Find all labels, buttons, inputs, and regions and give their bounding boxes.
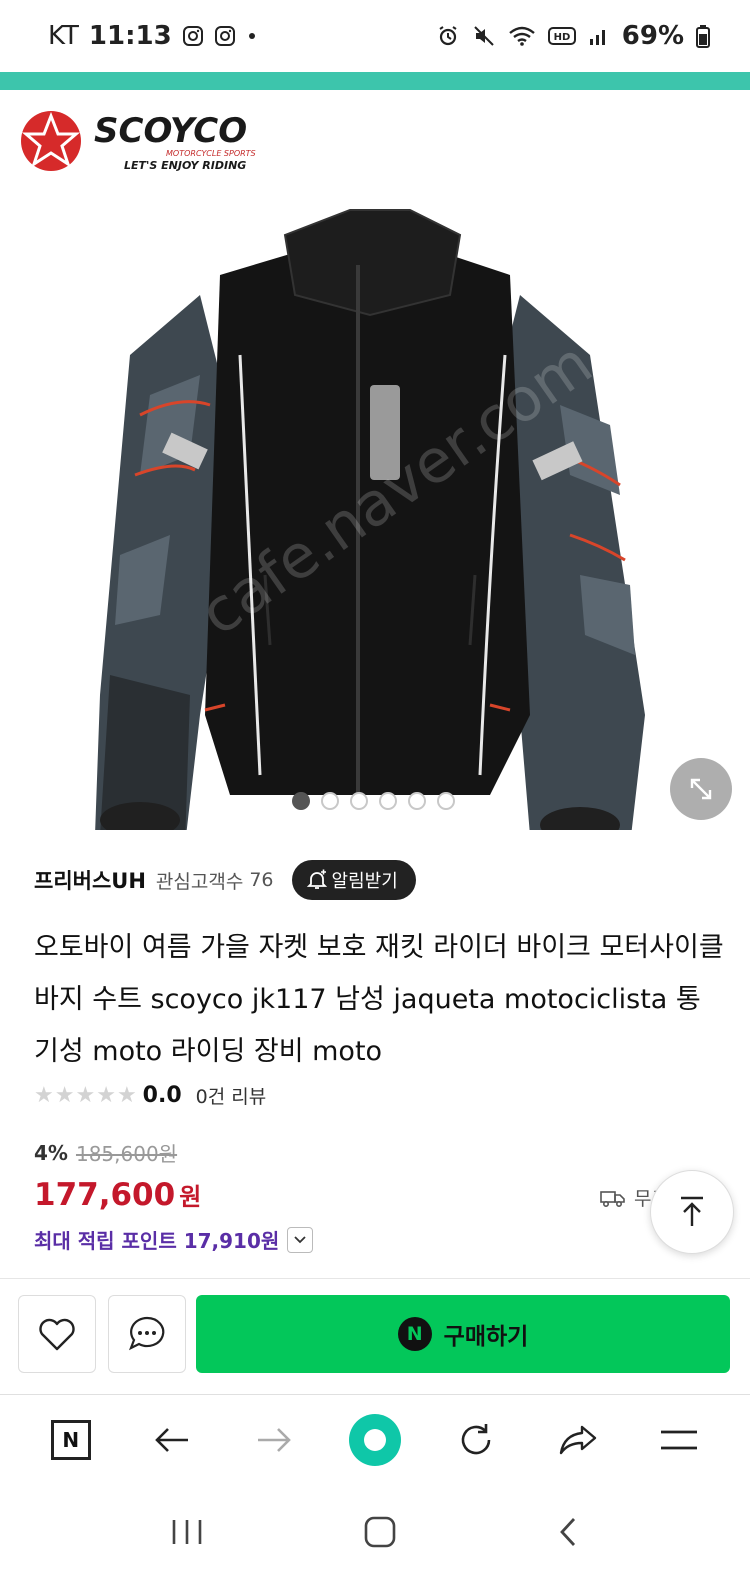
menu-button[interactable]: [649, 1410, 709, 1470]
gallery-dot[interactable]: [321, 792, 339, 810]
talk-button[interactable]: [108, 1295, 186, 1373]
hd-icon: HD: [547, 26, 576, 46]
brand-name: SCOYCO: [94, 111, 247, 151]
home-icon: [364, 1516, 396, 1547]
arrow-up-icon: [681, 1196, 703, 1226]
menu-icon: [661, 1430, 698, 1449]
star-icon: ★: [116, 1083, 137, 1108]
instagram-icon: [182, 25, 204, 47]
expand-image-button[interactable]: [670, 758, 732, 820]
original-price: 185,600원: [75, 1142, 178, 1166]
recent-apps-button[interactable]: [170, 1517, 204, 1551]
star-icon: ★: [34, 1083, 54, 1108]
product-image-gallery[interactable]: SCOYCO MOTORCYCLE SPORTS LET'S ENJOY RID…: [0, 90, 750, 830]
notify-button[interactable]: 알림받기: [291, 860, 416, 900]
system-navigation: [0, 1484, 750, 1583]
wifi-icon: [508, 25, 536, 47]
chat-bubble-icon: [128, 1316, 165, 1351]
rating-value: 0.0: [142, 1083, 182, 1108]
naver-home-button[interactable]: N: [41, 1410, 101, 1470]
browser-toolbar: N: [0, 1394, 750, 1484]
naver-home-icon: N: [50, 1419, 91, 1460]
buy-label: 구매하기: [443, 1324, 529, 1350]
gallery-dot[interactable]: [437, 792, 455, 810]
sale-price: 177,600: [34, 1177, 176, 1213]
clock: 11:13: [88, 21, 172, 51]
recent-apps-icon: [172, 1519, 201, 1544]
gallery-dot[interactable]: [292, 792, 310, 810]
green-dot-button[interactable]: [345, 1410, 405, 1470]
gallery-dot[interactable]: [350, 792, 368, 810]
green-dot-icon: [348, 1413, 401, 1466]
follower-label: 관심고객수: [155, 870, 244, 893]
reload-icon: [462, 1423, 491, 1454]
store-name[interactable]: 프리버스UH: [34, 865, 146, 895]
star-icon: ★: [96, 1083, 116, 1108]
chevron-left-icon: [560, 1517, 576, 1546]
forward-button[interactable]: [244, 1410, 304, 1470]
store-info: 프리버스UH 관심고객수 76 알림받기: [34, 858, 416, 902]
arrow-right-icon: [257, 1427, 291, 1452]
alarm-icon: [436, 24, 460, 48]
battery-percent: 69%: [621, 21, 684, 51]
svg-text:HD: HD: [553, 32, 570, 43]
buy-button[interactable]: N 구매하기: [196, 1295, 730, 1373]
instagram-icon: [214, 25, 236, 47]
rating-row: ★ ★ ★ ★ ★ 0.0 0건 리뷰: [34, 1082, 266, 1109]
truck-icon: [600, 1190, 625, 1207]
accent-bar: [0, 72, 750, 90]
star-icon: ★: [75, 1083, 96, 1108]
heart-icon: [39, 1318, 75, 1351]
star-rating: ★ ★ ★ ★ ★: [34, 1083, 137, 1108]
dot-icon: [246, 30, 258, 42]
status-bar: KT 11:13 HD 69%: [0, 0, 750, 72]
battery-icon: [696, 24, 710, 48]
scroll-top-button[interactable]: [650, 1170, 734, 1254]
reload-button[interactable]: [446, 1410, 506, 1470]
gallery-pagination: [292, 792, 455, 810]
notify-label: 알림받기: [331, 871, 398, 892]
purchase-action-bar: N 구매하기: [0, 1279, 750, 1394]
follower-count: 76: [249, 869, 274, 891]
review-count[interactable]: 0건 리뷰: [196, 1082, 267, 1109]
currency-label: 원: [179, 1183, 202, 1211]
share-button[interactable]: [548, 1410, 608, 1470]
carrier-label: KT: [48, 21, 79, 51]
naver-pay-icon: N: [397, 1317, 432, 1351]
bell-plus-icon: [306, 869, 327, 889]
system-back-button[interactable]: [556, 1515, 580, 1553]
home-button[interactable]: [363, 1515, 397, 1553]
discount-rate: 4%: [34, 1140, 68, 1165]
expand-icon: [690, 778, 712, 800]
chevron-down-icon: [294, 1235, 306, 1243]
mute-icon: [472, 24, 496, 48]
gallery-dot[interactable]: [408, 792, 426, 810]
max-point: 최대 적립 포인트 17,910원: [34, 1229, 280, 1253]
gallery-dot[interactable]: [379, 792, 397, 810]
point-detail-toggle[interactable]: [287, 1226, 314, 1253]
wishlist-button[interactable]: [18, 1295, 96, 1373]
signal-icon: [588, 25, 610, 47]
back-button[interactable]: [142, 1410, 202, 1470]
share-icon: [559, 1425, 597, 1454]
arrow-left-icon: [155, 1427, 189, 1452]
product-title: 오토바이 여름 가을 자켓 보호 재킷 라이더 바이크 모터사이클 바지 수트 …: [34, 932, 724, 1067]
star-icon: ★: [54, 1083, 75, 1108]
